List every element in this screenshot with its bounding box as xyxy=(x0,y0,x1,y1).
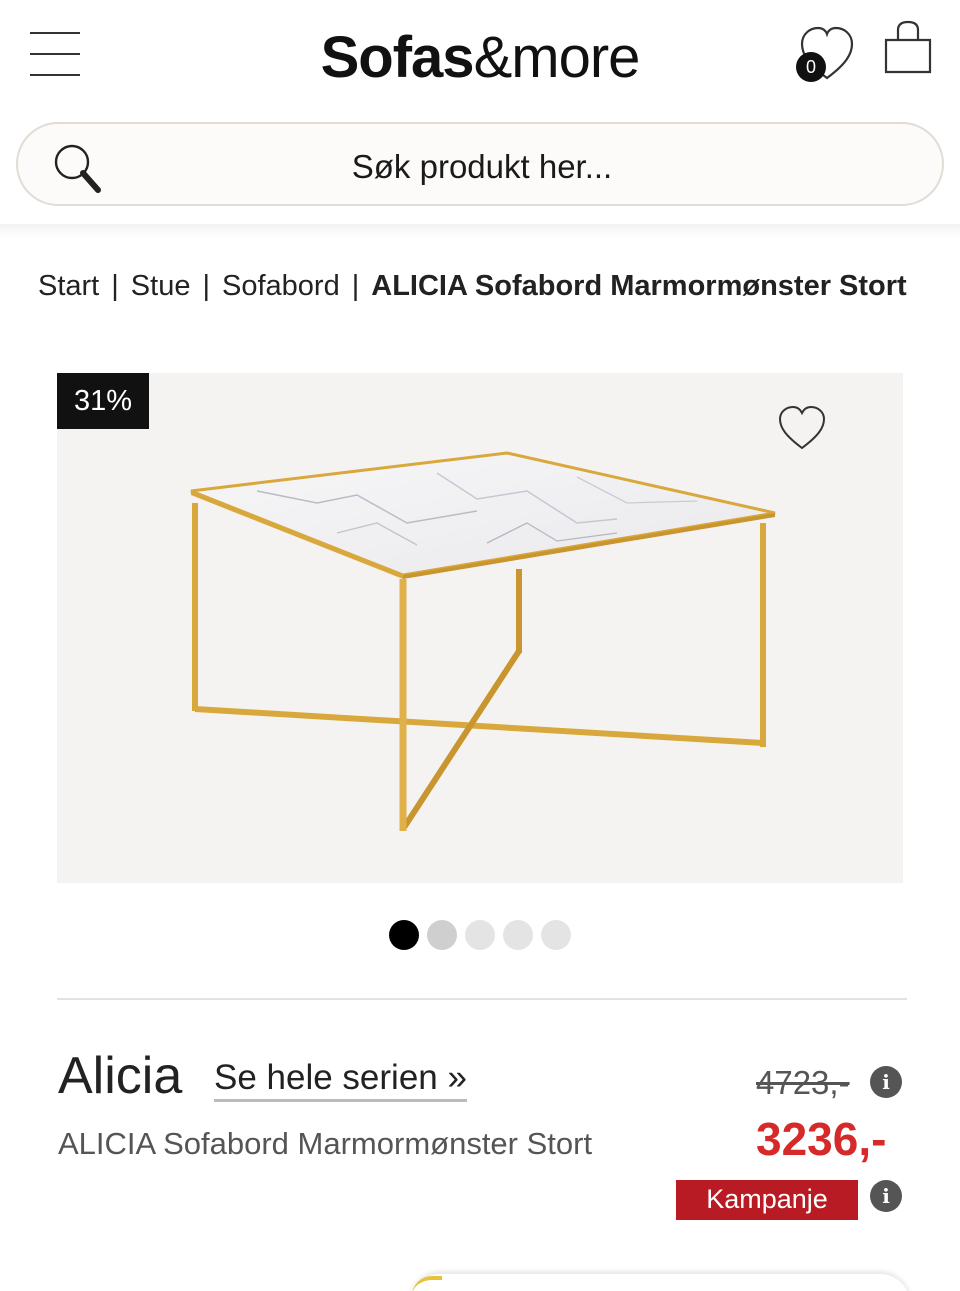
heart-outline-icon[interactable] xyxy=(776,404,828,452)
wishlist-count-badge: 0 xyxy=(796,52,826,82)
header-divider xyxy=(0,224,960,238)
breadcrumb-item-sofabord[interactable]: Sofabord xyxy=(222,270,340,302)
carousel-dot[interactable] xyxy=(541,920,571,950)
original-price: 4723,- xyxy=(756,1064,850,1101)
section-divider xyxy=(57,998,907,1000)
logo-bold-text: Sofas xyxy=(320,25,475,90)
breadcrumb-separator: | xyxy=(111,270,119,302)
carousel-dot[interactable] xyxy=(427,920,457,950)
campaign-badge: Kampanje xyxy=(676,1180,858,1220)
site-header: Sofas&more 0 xyxy=(0,0,960,110)
carousel-dot[interactable] xyxy=(389,920,419,950)
search-input[interactable]: Søk produkt her... xyxy=(18,148,946,186)
breadcrumb-current: ALICIA Sofabord Marmormønster Stort xyxy=(371,270,907,302)
logo-light-text: &more xyxy=(473,25,641,90)
product-title: Alicia xyxy=(58,1047,183,1105)
search-bar[interactable]: Søk produkt her... xyxy=(16,122,944,206)
shopping-bag-icon[interactable] xyxy=(882,20,934,76)
carousel-dot[interactable] xyxy=(503,920,533,950)
bottom-sheet-accent xyxy=(412,1276,442,1291)
bottom-sheet[interactable] xyxy=(410,1274,910,1291)
sale-price: 3236,- xyxy=(756,1113,887,1165)
wishlist-button[interactable]: 0 xyxy=(794,24,860,84)
product-description: ALICIA Sofabord Marmormønster Stort xyxy=(58,1126,593,1161)
see-series-link[interactable]: Se hele serien » xyxy=(214,1058,467,1102)
breadcrumb-separator: | xyxy=(351,270,360,302)
carousel-dot[interactable] xyxy=(465,920,495,950)
breadcrumb-item-start[interactable]: Start xyxy=(38,270,99,302)
info-icon[interactable]: i xyxy=(870,1180,902,1212)
info-icon[interactable]: i xyxy=(870,1066,902,1098)
breadcrumb-separator: | xyxy=(202,270,211,302)
discount-badge: 31% xyxy=(57,373,149,429)
breadcrumb: Start | Stue | Sofabord | ALICIA Sofabord Marm… xyxy=(38,270,918,310)
breadcrumb-item-stue[interactable]: Stue xyxy=(131,270,191,302)
